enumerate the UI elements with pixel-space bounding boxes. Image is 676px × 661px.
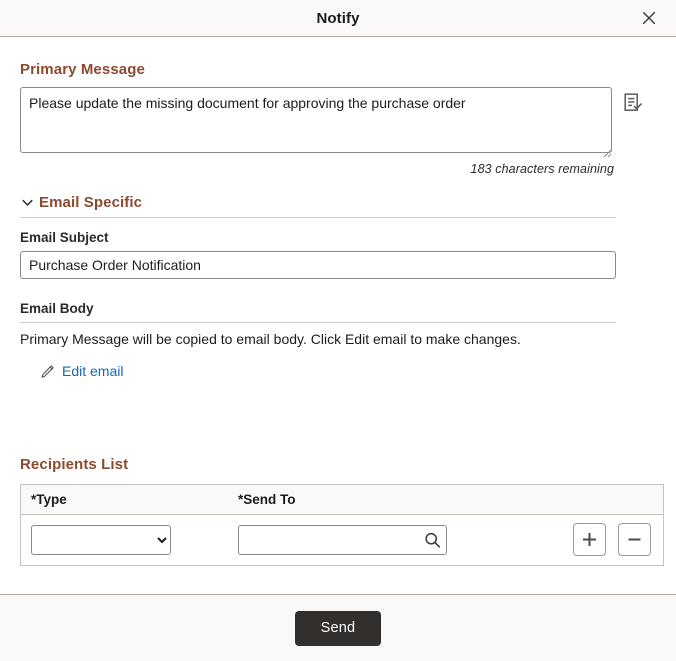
recipient-type-select[interactable]: [31, 524, 171, 555]
cell-type: [31, 524, 236, 555]
email-subject-input[interactable]: [20, 251, 616, 279]
search-icon-glyph: [425, 532, 441, 548]
dialog-footer: Send: [0, 594, 676, 661]
add-row-button[interactable]: [573, 523, 606, 556]
send-to-input[interactable]: [238, 524, 447, 555]
minus-icon: [628, 538, 641, 541]
chevron-down-icon: [20, 196, 34, 210]
table-row: [21, 515, 663, 565]
close-icon-glyph: [642, 11, 656, 25]
column-header-type-label: Type: [36, 491, 67, 507]
pencil-icon: [40, 364, 55, 379]
email-body-note: Primary Message will be copied to email …: [20, 331, 521, 347]
send-to-lookup-wrap: [238, 524, 447, 555]
dialog-title: Notify: [316, 9, 360, 27]
spellcheck-document-icon-glyph: [624, 93, 642, 111]
primary-message-row: [20, 87, 656, 158]
dialog-body: Primary Message 183 characters remaining: [0, 37, 676, 594]
notify-dialog: Notify Primary Message Please update the…: [0, 0, 676, 661]
column-header-send-to-label: Send To: [243, 491, 296, 507]
send-button[interactable]: Send: [294, 610, 382, 646]
recipients-list-heading: Recipients List: [20, 455, 129, 473]
search-icon[interactable]: [424, 531, 441, 548]
close-icon[interactable]: [630, 0, 668, 36]
row-actions: [573, 523, 653, 556]
dialog-titlebar: Notify: [0, 0, 676, 37]
edit-email-label: Edit email: [62, 363, 124, 379]
cell-send-to: [236, 524, 573, 555]
spellcheck-document-icon[interactable]: [624, 93, 642, 113]
primary-message-textarea-wrap: [20, 87, 612, 158]
email-subject-label: Email Subject: [20, 230, 109, 245]
primary-message-input[interactable]: [20, 87, 612, 153]
chevron-down-icon-glyph: [21, 199, 33, 206]
email-body-label: Email Body: [20, 301, 94, 316]
pencil-icon-glyph: [41, 364, 54, 378]
email-specific-toggle[interactable]: Email Specific: [20, 194, 616, 211]
email-body-divider: [20, 322, 616, 323]
email-specific-divider: [20, 217, 616, 218]
plus-icon: [583, 533, 596, 546]
column-header-send-to: *Send To: [236, 492, 663, 507]
remove-row-button[interactable]: [618, 523, 651, 556]
email-specific-heading: Email Specific: [39, 194, 143, 211]
edit-email-button[interactable]: Edit email: [40, 363, 123, 379]
recipients-grid-header: *Type *Send To: [21, 484, 663, 515]
chars-remaining-text: 183 characters remaining: [470, 162, 614, 176]
column-header-type: *Type: [21, 492, 236, 507]
recipients-grid: *Type *Send To: [20, 483, 664, 566]
primary-message-heading: Primary Message: [20, 61, 145, 78]
